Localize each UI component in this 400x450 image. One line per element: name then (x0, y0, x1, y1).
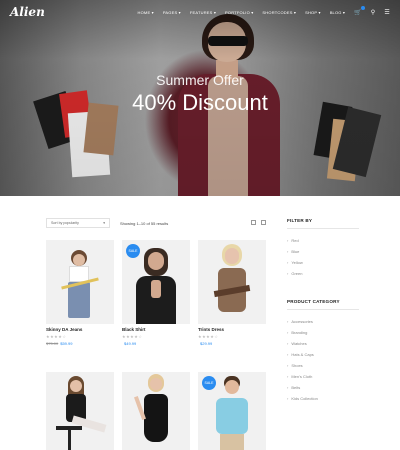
site-logo[interactable]: Alien (10, 5, 45, 19)
filter-item[interactable]: Yellow (287, 257, 359, 268)
category-item[interactable]: Accessories (287, 316, 359, 327)
product-image[interactable]: SALE (198, 372, 266, 450)
menu-features[interactable]: FEATURES ▾ (190, 10, 216, 15)
product-card[interactable]: Skinny DA Jeans ★★★★☆ $75.00 $59.99 (46, 240, 114, 346)
menu-portfolio[interactable]: PORTFOLIO ▾ (225, 10, 253, 15)
hero-subtitle: Summer Offer (156, 72, 244, 88)
product-rating: ★★★★☆ (198, 334, 219, 339)
menu-shortcodes[interactable]: SHORTCODES ▾ (262, 10, 296, 15)
shop-sidebar: FILTER BY Red Blue Yellow Green PRODUCT … (287, 218, 359, 404)
category-item[interactable]: Hats & Caps (287, 349, 359, 360)
list-view-icon[interactable] (261, 220, 266, 225)
product-rating: ★★★★☆ (122, 334, 143, 339)
chevron-down-icon: ▾ (103, 221, 105, 225)
cart-icon[interactable]: 🛒 (354, 5, 365, 16)
shop-toolbar: Sort by popularity ▾ Showing 1–10 of 55 … (46, 218, 266, 228)
divider (287, 309, 359, 310)
grid-view-icon[interactable] (251, 220, 256, 225)
product-image[interactable]: SALE (122, 240, 190, 324)
product-name[interactable]: Skinny DA Jeans (46, 327, 114, 332)
product-image[interactable] (198, 240, 266, 324)
sort-select-label: Sort by popularity (51, 221, 79, 225)
product-price: $29.99 (198, 341, 266, 346)
main-menu: HOME ▾ PAGES ▾ FEATURES ▾ PORTFOLIO ▾ SH… (138, 5, 390, 16)
top-nav: Alien HOME ▾ PAGES ▾ FEATURES ▾ PORTFOLI… (0, 0, 400, 24)
product-price: $75.00 $59.99 (46, 341, 114, 346)
filter-item[interactable]: Red (287, 235, 359, 246)
category-item[interactable]: Men's Cloth (287, 371, 359, 382)
sale-badge: SALE (202, 376, 216, 390)
product-rating: ★★★★☆ (46, 334, 67, 339)
category-item[interactable]: Watches (287, 338, 359, 349)
menu-home[interactable]: HOME ▾ (138, 10, 154, 15)
sale-badge: SALE (126, 244, 140, 258)
product-current-price: $59.99 (60, 341, 73, 346)
shop-content: Sort by popularity ▾ Showing 1–10 of 55 … (0, 196, 400, 450)
hero-banner: Alien HOME ▾ PAGES ▾ FEATURES ▾ PORTFOLI… (0, 0, 400, 196)
product-card[interactable]: SALE Black Shirt ★★★★☆ $49.99 (122, 240, 190, 346)
filter-item[interactable]: Green (287, 268, 359, 279)
product-name[interactable]: Trints Dress (198, 327, 266, 332)
product-card[interactable] (46, 372, 114, 450)
product-current-price: $29.99 (200, 341, 213, 346)
product-image[interactable] (46, 240, 114, 324)
divider (287, 228, 359, 229)
search-icon[interactable]: ⚲ (371, 9, 376, 16)
product-image[interactable] (46, 372, 114, 450)
product-card[interactable]: SALE (198, 372, 266, 450)
hamburger-icon[interactable]: ☰ (384, 9, 390, 16)
hero-title: 40% Discount (132, 90, 268, 115)
filter-item[interactable]: Blue (287, 246, 359, 257)
category-item[interactable]: Shoes (287, 360, 359, 371)
results-count: Showing 1–10 of 55 results (120, 220, 169, 226)
product-card[interactable] (122, 372, 190, 450)
category-title: PRODUCT CATEGORY (287, 299, 340, 304)
menu-pages[interactable]: PAGES ▾ (163, 10, 181, 15)
product-card[interactable]: Trints Dress ★★★★☆ $29.99 (198, 240, 266, 346)
product-name[interactable]: Black Shirt (122, 327, 190, 332)
filter-title: FILTER BY (287, 218, 313, 223)
category-item[interactable]: Branding (287, 327, 359, 338)
menu-blog[interactable]: BLOG ▾ (330, 10, 345, 15)
category-item[interactable]: Belts (287, 382, 359, 393)
menu-shop[interactable]: SHOP ▾ (305, 10, 321, 15)
view-switcher (251, 220, 266, 225)
category-item[interactable]: Kids Collection (287, 393, 359, 404)
sort-select[interactable]: Sort by popularity ▾ (46, 218, 110, 228)
product-price: $49.99 (122, 341, 190, 346)
product-image[interactable] (122, 372, 190, 450)
product-current-price: $49.99 (124, 341, 137, 346)
product-old-price: $75.00 (46, 341, 59, 346)
